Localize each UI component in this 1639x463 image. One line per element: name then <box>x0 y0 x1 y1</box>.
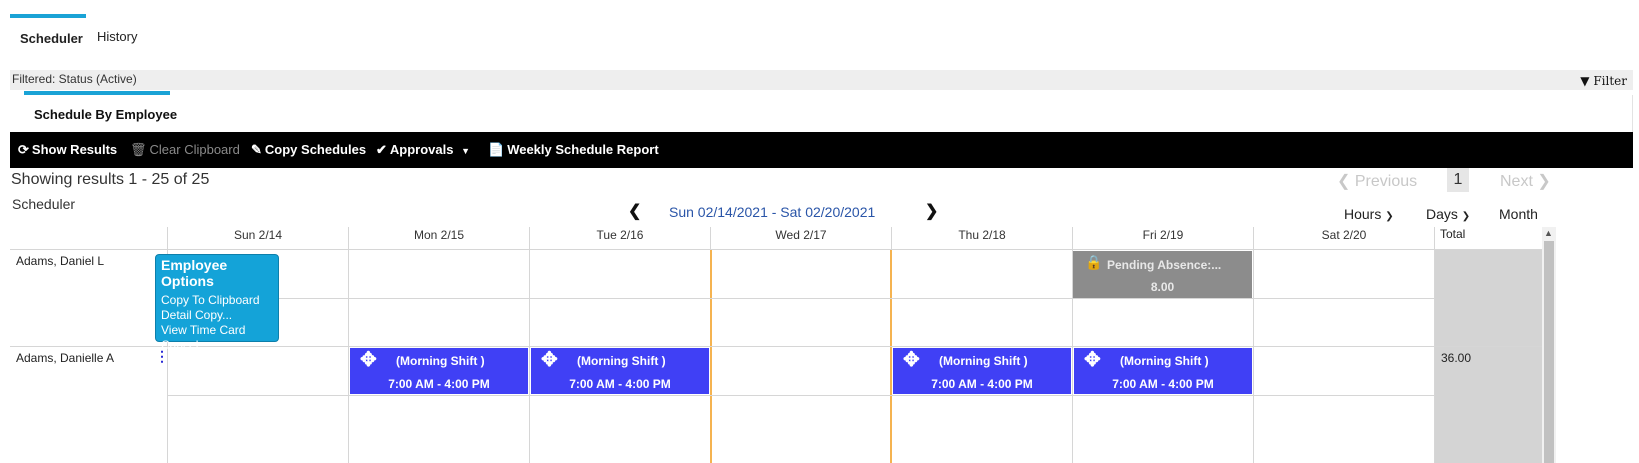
column-header-fri: Fri 2/19 <box>1142 228 1184 242</box>
shift-block-tue[interactable]: ✥ (Morning Shift ) 7:00 AM - 4:00 PM <box>531 348 709 394</box>
copy-schedules-button[interactable]: ✎ Copy Schedules <box>251 142 366 158</box>
week-boundary-line <box>710 250 712 463</box>
chevron-left-icon: ❮ <box>1337 173 1351 190</box>
document-icon: 📄 <box>488 142 505 157</box>
edit-icon: ✎ <box>251 142 262 157</box>
grid-line <box>348 227 349 463</box>
tab-scheduler[interactable]: Scheduler <box>20 31 83 46</box>
grid-line <box>1434 227 1435 463</box>
chevron-right-icon: ❯ <box>1537 173 1551 190</box>
column-header-sun: Sun 2/14 <box>233 228 283 242</box>
caret-down-icon: ▼ <box>461 146 471 156</box>
filter-bar: Filtered: Status (Active) ▼ Filter <box>10 70 1633 90</box>
grid-line <box>529 227 530 463</box>
clear-clipboard-button[interactable]: 🗑 Clear Clipboard <box>130 142 240 158</box>
funnel-icon: ▼ <box>1580 74 1590 88</box>
toolbar: ⟳ Show Results 🗑 Clear Clipboard ✎ Copy Sch… <box>10 132 1633 168</box>
chevron-down-icon: ❯ <box>1385 211 1394 222</box>
scrollbar-thumb[interactable] <box>1544 241 1554 463</box>
move-icon[interactable]: ✥ <box>903 350 920 370</box>
show-results-button[interactable]: ⟳ Show Results <box>18 142 117 158</box>
move-icon[interactable]: ✥ <box>541 350 558 370</box>
results-summary: Showing results 1 - 25 of 25 <box>11 171 210 188</box>
week-boundary-line <box>890 250 892 463</box>
column-header-thu: Thu 2/18 <box>958 228 1006 242</box>
detail-copy-option[interactable]: Detail Copy... <box>161 308 273 323</box>
column-header-wed: Wed 2/17 <box>775 228 827 242</box>
total-header: Total <box>1440 227 1466 241</box>
chevron-down-icon: ❯ <box>1461 211 1471 222</box>
grid-line <box>167 395 1435 396</box>
approvals-dropdown[interactable]: ✔ Approvals ▼ <box>376 142 470 158</box>
tab-schedule-by-employee[interactable]: Schedule By Employee <box>34 107 177 122</box>
grid-line <box>167 298 1435 299</box>
popup-title: Employee Options <box>161 257 228 289</box>
employee-name[interactable]: Adams, Danielle A <box>16 351 114 365</box>
shift-block-mon[interactable]: ✥ (Morning Shift ) 7:00 AM - 4:00 PM <box>350 348 528 394</box>
column-header-sat: Sat 2/20 <box>1321 228 1367 242</box>
refresh-icon: ⟳ <box>18 142 29 157</box>
column-header-mon: Mon 2/15 <box>413 228 465 242</box>
days-view-dropdown[interactable]: Days ❯ <box>1426 206 1470 222</box>
shift-block-thu[interactable]: ✥ (Morning Shift ) 7:00 AM - 4:00 PM <box>893 348 1071 394</box>
scroll-up-arrow[interactable]: ▲ <box>1544 228 1553 238</box>
copy-to-clipboard-option[interactable]: Copy To Clipboard <box>161 293 273 308</box>
next-week-arrow[interactable]: ❯ <box>925 201 938 221</box>
current-page[interactable]: 1 <box>1447 168 1469 192</box>
check-icon: ✔ <box>376 142 387 157</box>
view-time-card-option[interactable]: View Time Card <box>161 323 273 338</box>
move-icon[interactable]: ✥ <box>360 350 377 370</box>
employee-name[interactable]: Adams, Daniel L <box>16 254 104 268</box>
pending-absence-block[interactable]: 🔒 Pending Absence:... 8.00 <box>1073 251 1252 298</box>
hours-view-dropdown[interactable]: Hours ❯ <box>1344 206 1394 222</box>
employee-options-popup: Employee Options Copy To Clipboard Detai… <box>155 254 279 352</box>
prev-week-arrow[interactable]: ❮ <box>628 201 641 221</box>
weekly-schedule-report-button[interactable]: 📄 Weekly Schedule Report <box>488 142 659 158</box>
cancel-option[interactable]: Cancel <box>161 338 273 353</box>
filter-button[interactable]: ▼ Filter <box>1580 74 1627 88</box>
grid-line <box>1253 227 1254 463</box>
section-tab-indicator <box>24 91 170 95</box>
employee-total: 36.00 <box>1441 351 1472 365</box>
lock-icon: 🔒 <box>1085 254 1103 270</box>
active-tab-indicator <box>10 14 86 18</box>
previous-page-button[interactable]: ❮ Previous <box>1337 171 1417 191</box>
next-page-button[interactable]: Next ❯ <box>1500 171 1551 191</box>
scheduler-label: Scheduler <box>12 196 76 212</box>
filter-status-text: Filtered: Status (Active) <box>12 72 137 86</box>
section-header <box>10 95 1633 132</box>
grid-line <box>10 249 1542 250</box>
move-icon[interactable]: ✥ <box>1084 350 1101 370</box>
tab-history[interactable]: History <box>97 29 137 44</box>
date-range: Sun 02/14/2021 - Sat 02/20/2021 <box>669 204 876 220</box>
month-view-button[interactable]: Month <box>1499 206 1538 222</box>
shift-block-fri[interactable]: ✥ (Morning Shift ) 7:00 AM - 4:00 PM <box>1074 348 1252 394</box>
trash-icon: 🗑 <box>130 142 147 157</box>
column-header-tue: Tue 2/16 <box>596 228 644 242</box>
